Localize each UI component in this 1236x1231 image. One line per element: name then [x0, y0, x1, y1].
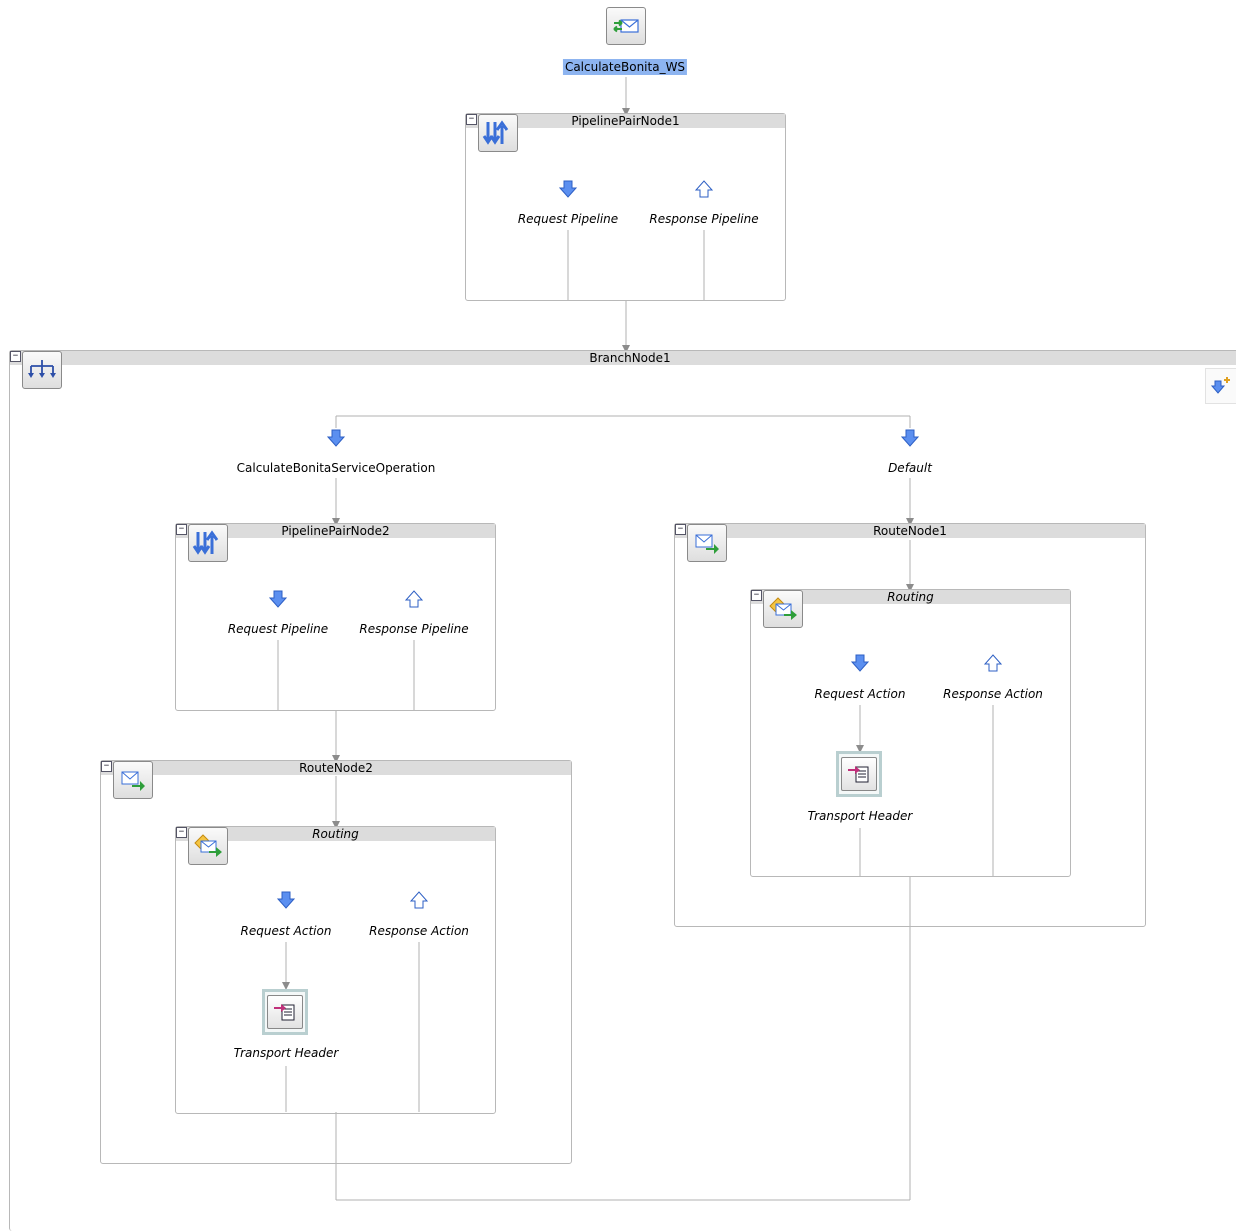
response-pipeline-arrow-icon[interactable]	[695, 180, 713, 198]
pipeline-pair-node-1-title: PipelinePairNode1	[571, 114, 680, 128]
routing-node-1[interactable]: Routing	[750, 589, 1071, 877]
transport-header-action[interactable]	[262, 989, 308, 1035]
collapse-toggle[interactable]: −	[466, 114, 477, 125]
route-node-1-title: RouteNode1	[873, 524, 947, 538]
transport-header-icon-frame	[267, 995, 303, 1029]
pipeline-pair-icon[interactable]	[478, 114, 518, 152]
pipeline-pair-arrows-icon	[482, 120, 509, 145]
collapse-toggle[interactable]: −	[176, 827, 187, 838]
branch-node-title: BranchNode1	[589, 351, 671, 365]
transport-header-icon	[274, 1004, 295, 1021]
response-action-label[interactable]: Response Action	[943, 687, 1043, 701]
response-pipeline-label[interactable]: Response Pipeline	[359, 622, 468, 636]
request-pipeline-arrow-icon[interactable]	[559, 180, 577, 198]
request-pipeline-label[interactable]: Request Pipeline	[518, 212, 618, 226]
transport-header-action[interactable]	[836, 751, 882, 797]
route-node-1-header: RouteNode1	[675, 524, 1145, 538]
branch-node-header: BranchNode1	[10, 351, 1236, 365]
request-pipeline-label[interactable]: Request Pipeline	[228, 622, 328, 636]
routing-diamond-icon	[194, 834, 222, 857]
collapse-toggle[interactable]: −	[675, 524, 686, 535]
branch-tree-icon	[28, 360, 56, 378]
request-action-arrow-icon[interactable]	[851, 654, 869, 672]
branch-operation-label[interactable]: CalculateBonitaServiceOperation	[237, 461, 436, 475]
response-pipeline-arrow-icon[interactable]	[405, 590, 423, 608]
request-pipeline-arrow-icon[interactable]	[269, 590, 287, 608]
branch-operation-arrow-icon[interactable]	[327, 429, 345, 447]
routing-node-1-title: Routing	[887, 590, 934, 604]
proxy-service-node[interactable]	[606, 7, 646, 45]
collapse-toggle[interactable]: −	[751, 590, 762, 601]
routing-node-2[interactable]: Routing	[175, 826, 496, 1114]
collapse-toggle[interactable]: −	[10, 351, 21, 362]
branch-node-icon-button[interactable]	[22, 351, 62, 389]
transport-header-icon	[848, 766, 869, 783]
request-action-label[interactable]: Request Action	[815, 687, 906, 701]
response-action-arrow-icon[interactable]	[984, 654, 1002, 672]
route-envelope-icon	[121, 771, 145, 791]
response-action-label[interactable]: Response Action	[369, 924, 469, 938]
transport-header-label[interactable]: Transport Header	[234, 1046, 339, 1060]
transport-header-icon-frame	[841, 757, 877, 791]
transport-header-label[interactable]: Transport Header	[808, 809, 913, 823]
pipeline-pair-node-2-title: PipelinePairNode2	[281, 524, 390, 538]
route-node-2-title: RouteNode2	[299, 761, 373, 775]
routing-icon[interactable]	[763, 590, 803, 628]
pipeline-pair-arrows-icon	[192, 530, 219, 555]
response-pipeline-label[interactable]: Response Pipeline	[649, 212, 758, 226]
route-node-icon[interactable]	[687, 524, 727, 562]
pipeline-pair-icon[interactable]	[188, 524, 228, 562]
branch-default-label[interactable]: Default	[888, 461, 932, 475]
routing-diamond-icon	[769, 597, 797, 620]
collapse-toggle[interactable]: −	[101, 761, 112, 772]
request-action-label[interactable]: Request Action	[241, 924, 332, 938]
proxy-service-name[interactable]: CalculateBonita_WS	[562, 59, 688, 75]
route-node-icon[interactable]	[113, 761, 153, 799]
collapse-toggle[interactable]: −	[176, 524, 187, 535]
add-branch-icon	[1210, 377, 1230, 394]
response-action-arrow-icon[interactable]	[410, 891, 428, 909]
route-envelope-icon	[695, 534, 719, 554]
add-branch-button[interactable]	[1205, 368, 1236, 404]
branch-default-arrow-icon[interactable]	[901, 429, 919, 447]
routing-icon[interactable]	[188, 827, 228, 865]
routing-node-2-title: Routing	[312, 827, 359, 841]
route-node-2-header: RouteNode2	[101, 761, 571, 775]
request-action-arrow-icon[interactable]	[277, 891, 295, 909]
proxy-service-icon	[613, 19, 639, 33]
